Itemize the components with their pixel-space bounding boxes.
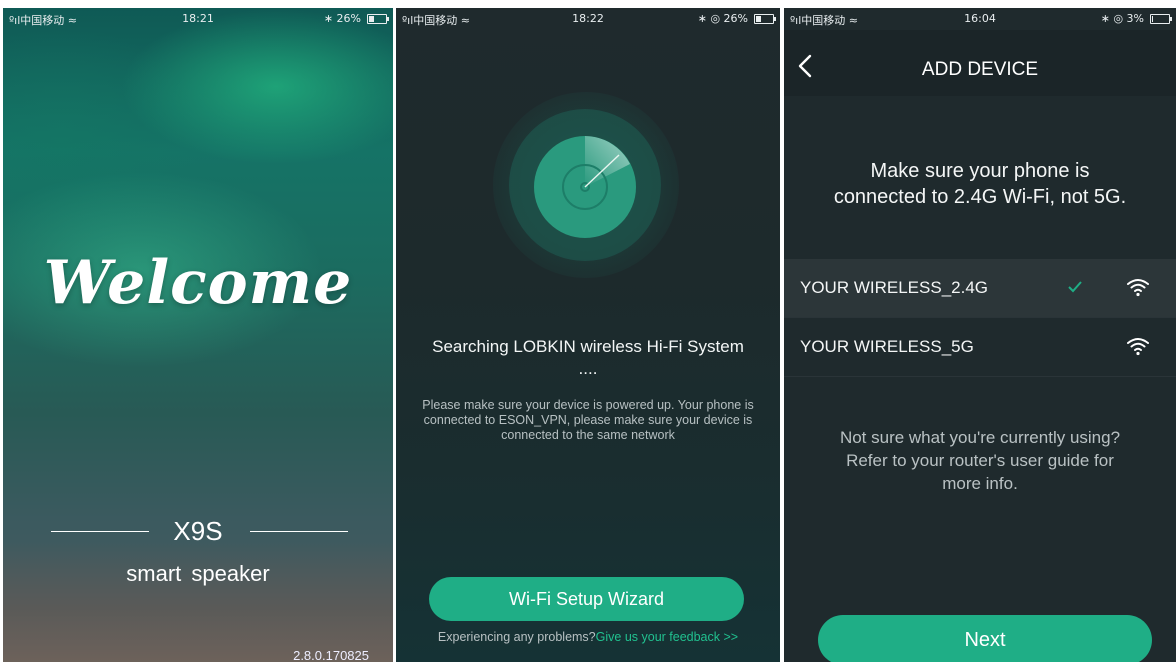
network-name: YOUR WIRELESS_2.4G (800, 278, 989, 297)
searching-screen: ºıl中国移动 ≈ 18:22 ∗ ◎ 26% Searching LOBKIN… (396, 8, 780, 662)
divider (784, 376, 1176, 377)
wifi-setup-wizard-button[interactable]: Wi-Fi Setup Wizard (429, 577, 744, 621)
radar-icon (534, 136, 636, 238)
divider-right (250, 531, 348, 532)
wifi-icon (1126, 336, 1150, 361)
wifi-network-item[interactable]: YOUR WIRELESS_2.4G (784, 259, 1176, 317)
search-title: Searching LOBKIN wireless Hi-Fi System .… (432, 337, 744, 378)
setup-hint: Please make sure your device is powered … (422, 398, 754, 442)
welcome-title: Welcome (43, 248, 353, 318)
battery-icon (1150, 14, 1172, 24)
next-button[interactable]: Next (818, 615, 1152, 662)
app-header: ADD DEVICE (784, 30, 1176, 96)
bluetooth-icon: ∗ ◎ 3% (1100, 12, 1144, 25)
bluetooth-icon: ∗ 26% (323, 12, 361, 25)
bluetooth-icon: ∗ ◎ 26% (697, 12, 748, 25)
feedback-link[interactable]: Give us your feedback >> (596, 630, 738, 644)
network-name: YOUR WIRELESS_5G (800, 337, 974, 356)
feedback-text: Experiencing any problems?Give us your f… (416, 630, 760, 645)
router-help-text: Not sure what you're currently using? Re… (839, 428, 1121, 493)
wifi-icon (1126, 277, 1150, 302)
wifi-network-item[interactable]: YOUR WIRELESS_5G (784, 318, 1176, 376)
version-label: 2.8.0.170825 (293, 648, 369, 662)
feedback-prefix: Experiencing any problems? (437, 630, 596, 644)
page-title: ADD DEVICE (921, 59, 1039, 80)
check-icon (1067, 280, 1083, 299)
welcome-screen: ºıl中国移动 ≈ 18:21 ∗ 26% Welcome X9S smart … (3, 8, 393, 662)
battery-icon (367, 14, 389, 24)
status-bar: ºıl中国移动 ≈ 18:22 ∗ ◎ 26% (396, 8, 780, 30)
tagline: smart speaker (126, 561, 270, 586)
wifi-notice: Make sure your phone is connected to 2.4… (833, 160, 1127, 208)
add-device-screen: ºıl中国移动 ≈ 16:04 ∗ ◎ 3% ADD DEVICE Make s… (784, 8, 1176, 662)
mist-overlay (3, 542, 393, 662)
status-bar: ºıl中国移动 ≈ 16:04 ∗ ◎ 3% (784, 8, 1176, 30)
model-row: X9S (3, 516, 393, 550)
status-bar: ºıl中国移动 ≈ 18:21 ∗ 26% (3, 8, 393, 30)
battery-icon (754, 14, 776, 24)
